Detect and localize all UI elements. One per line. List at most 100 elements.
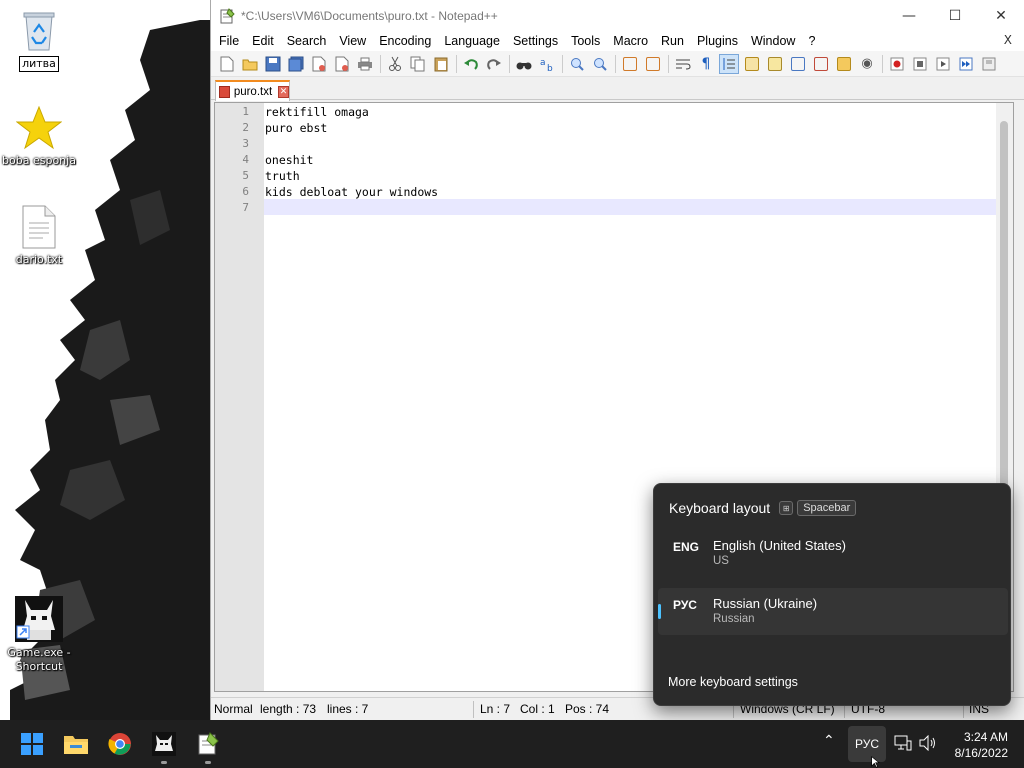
taskbar-game[interactable] (148, 728, 180, 764)
line-number: 5 (242, 169, 249, 182)
rename-input[interactable]: литва (19, 56, 59, 72)
taskbar-file-explorer[interactable] (60, 728, 92, 760)
menu-search[interactable]: Search (281, 34, 334, 48)
sync-vertical-button[interactable] (620, 54, 640, 74)
sync-horizontal-icon (646, 56, 660, 71)
tab-close-icon[interactable]: ✕ (278, 85, 289, 98)
macro-run-multiple-button[interactable] (956, 54, 976, 74)
open-file-button[interactable] (240, 54, 260, 74)
menu-run[interactable]: Run (655, 34, 691, 48)
zoom-out-icon (594, 57, 607, 71)
toolbar-separator (615, 54, 616, 73)
language-option-english[interactable]: ENG English (United States) US (658, 530, 1008, 577)
code-line: puro ebst (265, 121, 328, 135)
function-list-button[interactable] (811, 54, 831, 74)
macro-record-button[interactable] (887, 54, 907, 74)
folder-open-icon (242, 59, 258, 70)
show-hidden-icons-chevron-up-icon[interactable]: ⌃ (823, 732, 835, 749)
sync-horizontal-button[interactable] (643, 54, 663, 74)
word-wrap-button[interactable] (673, 54, 693, 74)
text-file-icon (22, 205, 56, 249)
udl-button[interactable] (742, 54, 762, 74)
menu-plugins[interactable]: Plugins (691, 34, 745, 48)
zoom-out-button[interactable] (590, 54, 610, 74)
menu-bar: File Edit Search View Encoding Language … (211, 31, 1024, 51)
menu-view[interactable]: View (333, 34, 373, 48)
svg-text:b: b (547, 64, 553, 72)
menu-settings[interactable]: Settings (507, 34, 565, 48)
menu-edit[interactable]: Edit (246, 34, 281, 48)
undo-button[interactable] (461, 54, 481, 74)
close-button[interactable]: ✕ (978, 0, 1024, 31)
modified-file-icon (219, 85, 230, 98)
menu-macro[interactable]: Macro (607, 34, 655, 48)
desktop-icon-game-shortcut[interactable]: Game.exe - Shortcut (1, 596, 77, 674)
volume-icon[interactable] (919, 735, 937, 751)
language-layout: Russian (713, 613, 755, 625)
folder-icon (64, 736, 88, 754)
menu-window[interactable]: Window (745, 34, 802, 48)
indent-guide-button[interactable] (719, 53, 739, 74)
menu-tools[interactable]: Tools (565, 34, 607, 48)
macro-play-button[interactable] (933, 54, 953, 74)
toolbar-separator (456, 54, 457, 73)
doc-map-button[interactable] (765, 54, 785, 74)
save-button[interactable] (263, 54, 283, 74)
macro-stop-button[interactable] (910, 54, 930, 74)
taskbar-notepadpp[interactable] (192, 728, 224, 764)
more-keyboard-settings-link[interactable]: More keyboard settings (668, 675, 798, 689)
show-all-chars-button[interactable]: ¶ (696, 54, 716, 74)
monitoring-button[interactable]: ◉ (857, 54, 877, 74)
doc-list-icon (791, 56, 805, 71)
desktop-icon-dario-txt[interactable]: dario.txt (1, 205, 77, 267)
menu-language[interactable]: Language (438, 34, 507, 48)
new-file-button[interactable] (217, 54, 237, 74)
toolbar-separator (380, 54, 381, 73)
tab-puro-txt[interactable]: puro.txt ✕ (215, 80, 290, 101)
desktop-icon-recycle-bin[interactable]: литва (1, 10, 77, 72)
close-document-button[interactable]: X (1004, 33, 1012, 47)
save-all-button[interactable] (286, 54, 306, 74)
start-button[interactable] (16, 728, 48, 760)
menu-file[interactable]: File (213, 34, 246, 48)
replace-button[interactable]: ab (537, 54, 557, 74)
print-button[interactable] (355, 54, 375, 74)
copy-button[interactable] (408, 54, 428, 74)
windows-logo-icon (21, 733, 43, 755)
redo-button[interactable] (484, 54, 504, 74)
minimize-icon: — (902, 7, 916, 24)
close-all-icon (335, 56, 349, 71)
cut-button[interactable] (385, 54, 405, 74)
paste-button[interactable] (431, 54, 451, 74)
taskbar-chrome[interactable] (104, 728, 136, 760)
status-mode: Normal (214, 702, 253, 716)
minimize-button[interactable]: — (886, 0, 932, 31)
system-clock[interactable]: 3:24 AM 8/16/2022 (955, 729, 1008, 761)
toolbar: ab ¶ ◉ (211, 51, 1024, 77)
macro-save-button[interactable] (979, 54, 999, 74)
maximize-button[interactable]: ☐ (932, 0, 978, 31)
zoom-in-button[interactable] (567, 54, 587, 74)
network-icon[interactable] (894, 735, 912, 751)
line-number: 7 (242, 201, 249, 214)
menu-help[interactable]: ? (802, 34, 822, 48)
replace-icon: ab (540, 58, 553, 72)
close-file-button[interactable] (309, 54, 329, 74)
status-lines: lines : 7 (327, 702, 369, 716)
maximize-icon: ☐ (948, 7, 962, 24)
window-title: *C:\Users\VM6\Documents\puro.txt - Notep… (241, 8, 498, 23)
find-button[interactable] (514, 54, 534, 74)
desktop-icon-boba-esponja[interactable]: boba esponja (1, 106, 77, 168)
menu-encoding[interactable]: Encoding (373, 34, 438, 48)
folder-workspace-icon (837, 56, 851, 71)
language-code: РУС (673, 598, 697, 612)
folder-workspace-button[interactable] (834, 54, 854, 74)
close-all-button[interactable] (332, 54, 352, 74)
game-character-icon (15, 596, 63, 642)
language-layout: US (713, 555, 729, 567)
language-option-russian[interactable]: РУС Russian (Ukraine) Russian (658, 588, 1008, 635)
title-bar[interactable]: *C:\Users\VM6\Documents\puro.txt - Notep… (211, 0, 1024, 31)
toolbar-separator (562, 54, 563, 73)
pilcrow-icon: ¶ (701, 55, 711, 72)
doc-list-button[interactable] (788, 54, 808, 74)
